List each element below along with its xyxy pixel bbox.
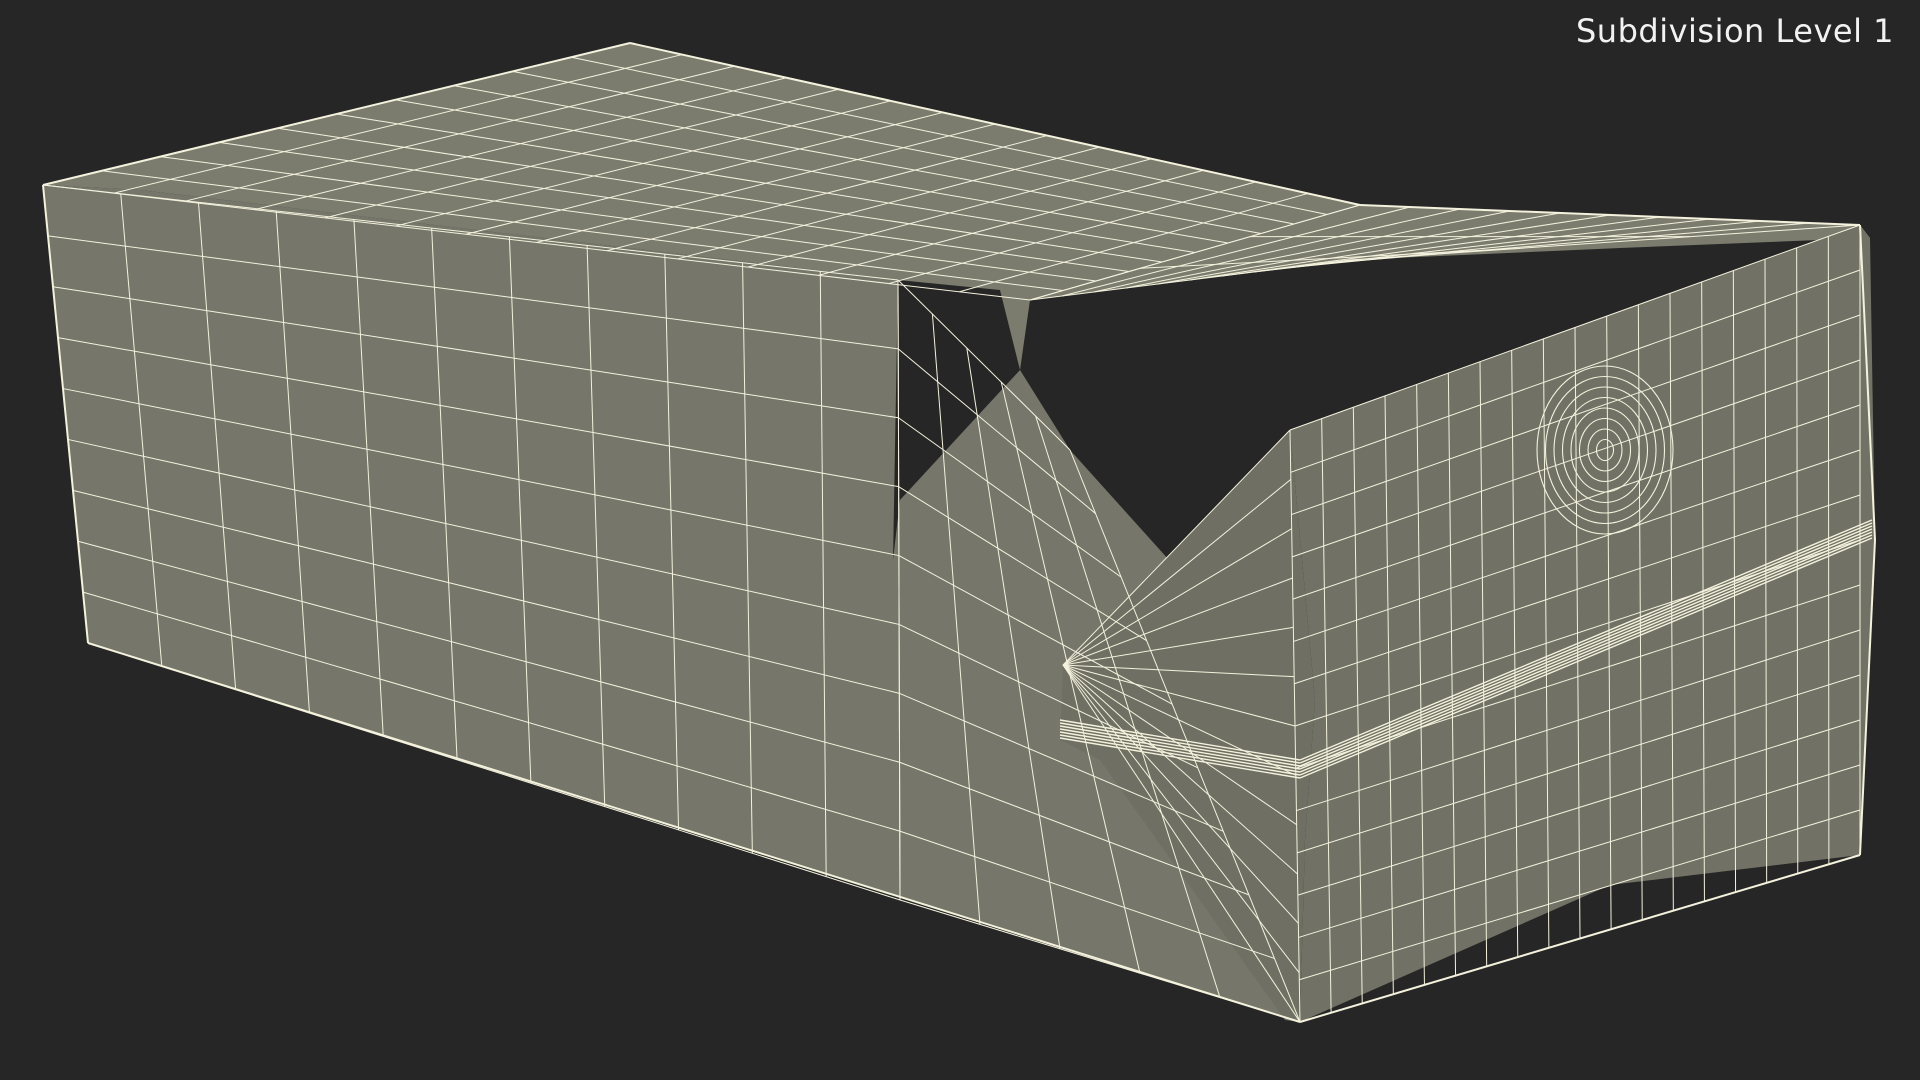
wireframe-mesh (42, 42, 1876, 1023)
mesh-face-end (1290, 225, 1875, 1022)
subdivision-level-label: Subdivision Level 1 (1575, 12, 1894, 50)
3d-viewport[interactable]: Subdivision Level 1 (0, 0, 1920, 1080)
mesh-face-side (43, 185, 1300, 1022)
